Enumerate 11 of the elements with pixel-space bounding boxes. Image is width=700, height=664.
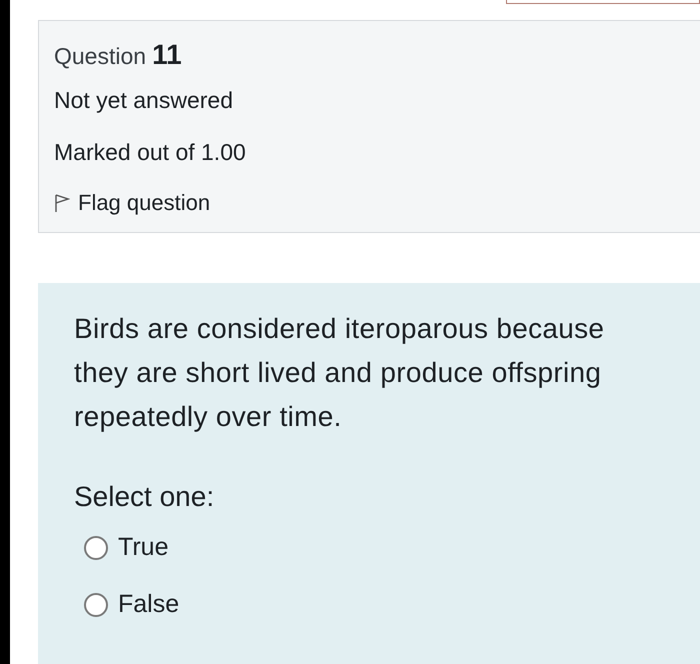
select-one-label: Select one:	[74, 481, 216, 513]
radio-button[interactable]	[84, 592, 108, 616]
question-label: Question	[54, 43, 146, 70]
flag-question-link[interactable]: Flag question	[54, 190, 210, 216]
radio-button[interactable]	[84, 536, 108, 560]
question-number: 11	[152, 39, 182, 71]
answer-status: Not yet answered	[54, 87, 234, 114]
answer-option[interactable]: True	[84, 533, 168, 562]
answer-option[interactable]: False	[84, 590, 180, 619]
question-text: Birds are considered iteroparous because they are short lived and produce offspring repeatedly over time.	[74, 312, 606, 434]
marks-text: Marked out of 1.00	[54, 139, 247, 166]
